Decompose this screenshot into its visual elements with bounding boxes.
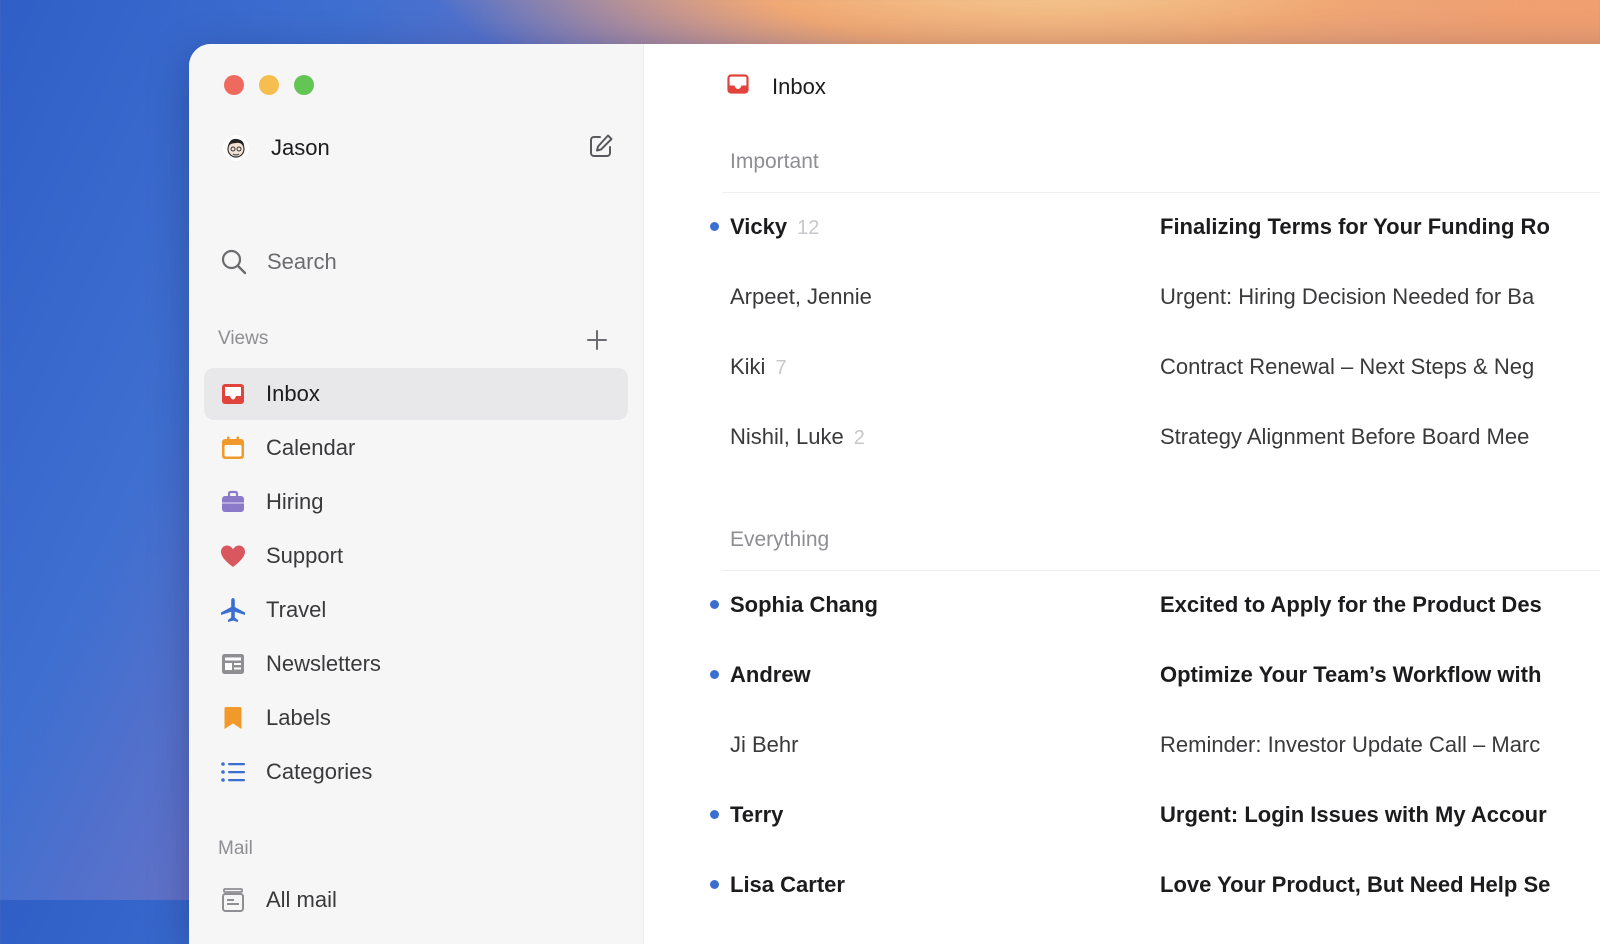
sidebar-item-travel[interactable]: Travel (204, 584, 628, 636)
unread-indicator (710, 600, 719, 609)
message-list-pane: Inbox Important Vicky 12 Finalizing Terms… (644, 44, 1600, 944)
sidebar-item-all-mail[interactable]: All mail (204, 874, 628, 926)
sidebar-item-inbox[interactable]: Inbox (204, 368, 628, 420)
unread-indicator (710, 880, 719, 889)
message-subject: Excited to Apply for the Product Des (1160, 592, 1542, 617)
thread-count: 2 (853, 427, 865, 449)
message-subject: Urgent: Hiring Decision Needed for Ba (1160, 284, 1535, 309)
message-subject: Finalizing Terms for Your Funding Ro (1160, 214, 1550, 239)
message-sender: Terry (730, 802, 784, 827)
message-subject: Contract Renewal – Next Steps & Neg (1160, 354, 1535, 379)
divider (722, 570, 1600, 571)
sidebar-item-categories[interactable]: Categories (204, 746, 628, 798)
mail-list: All mail (204, 874, 628, 928)
app-window: Jason Search Views Inbox Calendar Hiring… (189, 44, 1600, 944)
minimize-window-button[interactable] (259, 75, 279, 95)
search-field[interactable]: Search (219, 247, 337, 277)
sidebar-item-label: Newsletters (266, 651, 381, 676)
calendar-icon (218, 433, 248, 463)
message-subject: Optimize Your Team’s Workflow with (1160, 662, 1542, 687)
briefcase-icon (218, 487, 248, 517)
bookmark-icon (218, 703, 248, 733)
message-row[interactable]: Terry Urgent: Login Issues with My Accou… (704, 795, 1600, 835)
views-section-label: Views (218, 328, 269, 349)
compose-icon (590, 134, 613, 157)
views-list: Inbox Calendar Hiring Support Travel New… (204, 368, 628, 800)
message-sender: Kiki 7 (730, 354, 787, 379)
avatar (223, 135, 249, 161)
add-view-button[interactable] (585, 328, 609, 352)
page-title: Inbox (772, 73, 826, 99)
message-row[interactable]: Arpeet, Jennie Urgent: Hiring Decision N… (704, 277, 1600, 317)
sidebar-item-label: Calendar (266, 435, 356, 460)
mail-section-label: Mail (218, 838, 253, 859)
sidebar-item-label: Categories (266, 759, 373, 784)
message-row[interactable]: Vicky 12 Finalizing Terms for Your Fundin… (704, 207, 1600, 247)
unread-indicator (710, 222, 719, 231)
message-row[interactable]: Lisa Carter Love Your Product, But Need … (704, 865, 1600, 905)
message-row[interactable]: Andrew Optimize Your Team’s Workflow wit… (704, 655, 1600, 695)
message-sender: Andrew (730, 662, 811, 687)
airplane-icon (218, 595, 248, 625)
group-title-important: Important (730, 150, 819, 173)
group-title-everything: Everything (730, 528, 830, 551)
message-subject: Strategy Alignment Before Board Mee (1160, 424, 1530, 449)
message-row[interactable]: Nishil, Luke 2 Strategy Alignment Before … (704, 417, 1600, 457)
message-subject: Reminder: Investor Update Call – Marc (1160, 732, 1541, 757)
sidebar-item-label: Hiring (266, 489, 324, 514)
window-controls (224, 75, 314, 95)
inbox-icon (218, 379, 248, 409)
sidebar-item-hiring[interactable]: Hiring (204, 476, 628, 528)
thread-count: 12 (797, 217, 820, 239)
compose-button[interactable] (587, 132, 615, 160)
archive-icon (218, 885, 248, 915)
list-icon (218, 757, 248, 787)
unread-indicator (710, 670, 719, 679)
message-subject: Love Your Product, But Need Help Se (1160, 872, 1551, 897)
unread-indicator (710, 810, 719, 819)
divider (722, 192, 1600, 193)
inbox-icon (726, 72, 750, 101)
plus-icon (587, 330, 607, 350)
sidebar-item-label: Support (266, 543, 344, 568)
sidebar-item-label: Inbox (266, 381, 320, 406)
sidebar-item-label: All mail (266, 887, 337, 912)
sidebar-item-labels[interactable]: Labels (204, 692, 628, 744)
message-subject: Urgent: Login Issues with My Accour (1160, 802, 1547, 827)
newspaper-icon (218, 649, 248, 679)
sidebar-item-support[interactable]: Support (204, 530, 628, 582)
account-switcher[interactable]: Jason (223, 128, 330, 168)
heart-icon (218, 541, 248, 571)
message-sender: Nishil, Luke 2 (730, 424, 865, 449)
message-sender: Sophia Chang (730, 592, 878, 617)
search-label: Search (267, 249, 337, 274)
search-icon (221, 249, 247, 275)
close-window-button[interactable] (224, 75, 244, 95)
sidebar-item-label: Travel (266, 597, 327, 622)
message-row[interactable]: Kiki 7 Contract Renewal – Next Steps & Ne… (704, 347, 1600, 387)
message-row[interactable]: Sophia Chang Excited to Apply for the Pr… (704, 585, 1600, 625)
message-row[interactable]: Ji Behr Reminder: Investor Update Call –… (704, 725, 1600, 765)
sidebar-item-newsletters[interactable]: Newsletters (204, 638, 628, 690)
pane-header: Inbox (726, 72, 826, 101)
thread-count: 7 (775, 357, 787, 379)
message-sender: Arpeet, Jennie (730, 284, 872, 309)
sidebar: Jason Search Views Inbox Calendar Hiring… (189, 44, 644, 944)
sidebar-item-calendar[interactable]: Calendar (204, 422, 628, 474)
message-sender: Lisa Carter (730, 872, 845, 897)
message-sender: Ji Behr (730, 732, 799, 757)
user-name: Jason (271, 135, 330, 160)
zoom-window-button[interactable] (294, 75, 314, 95)
message-sender: Vicky 12 (730, 214, 820, 239)
sidebar-item-label: Labels (266, 705, 331, 730)
